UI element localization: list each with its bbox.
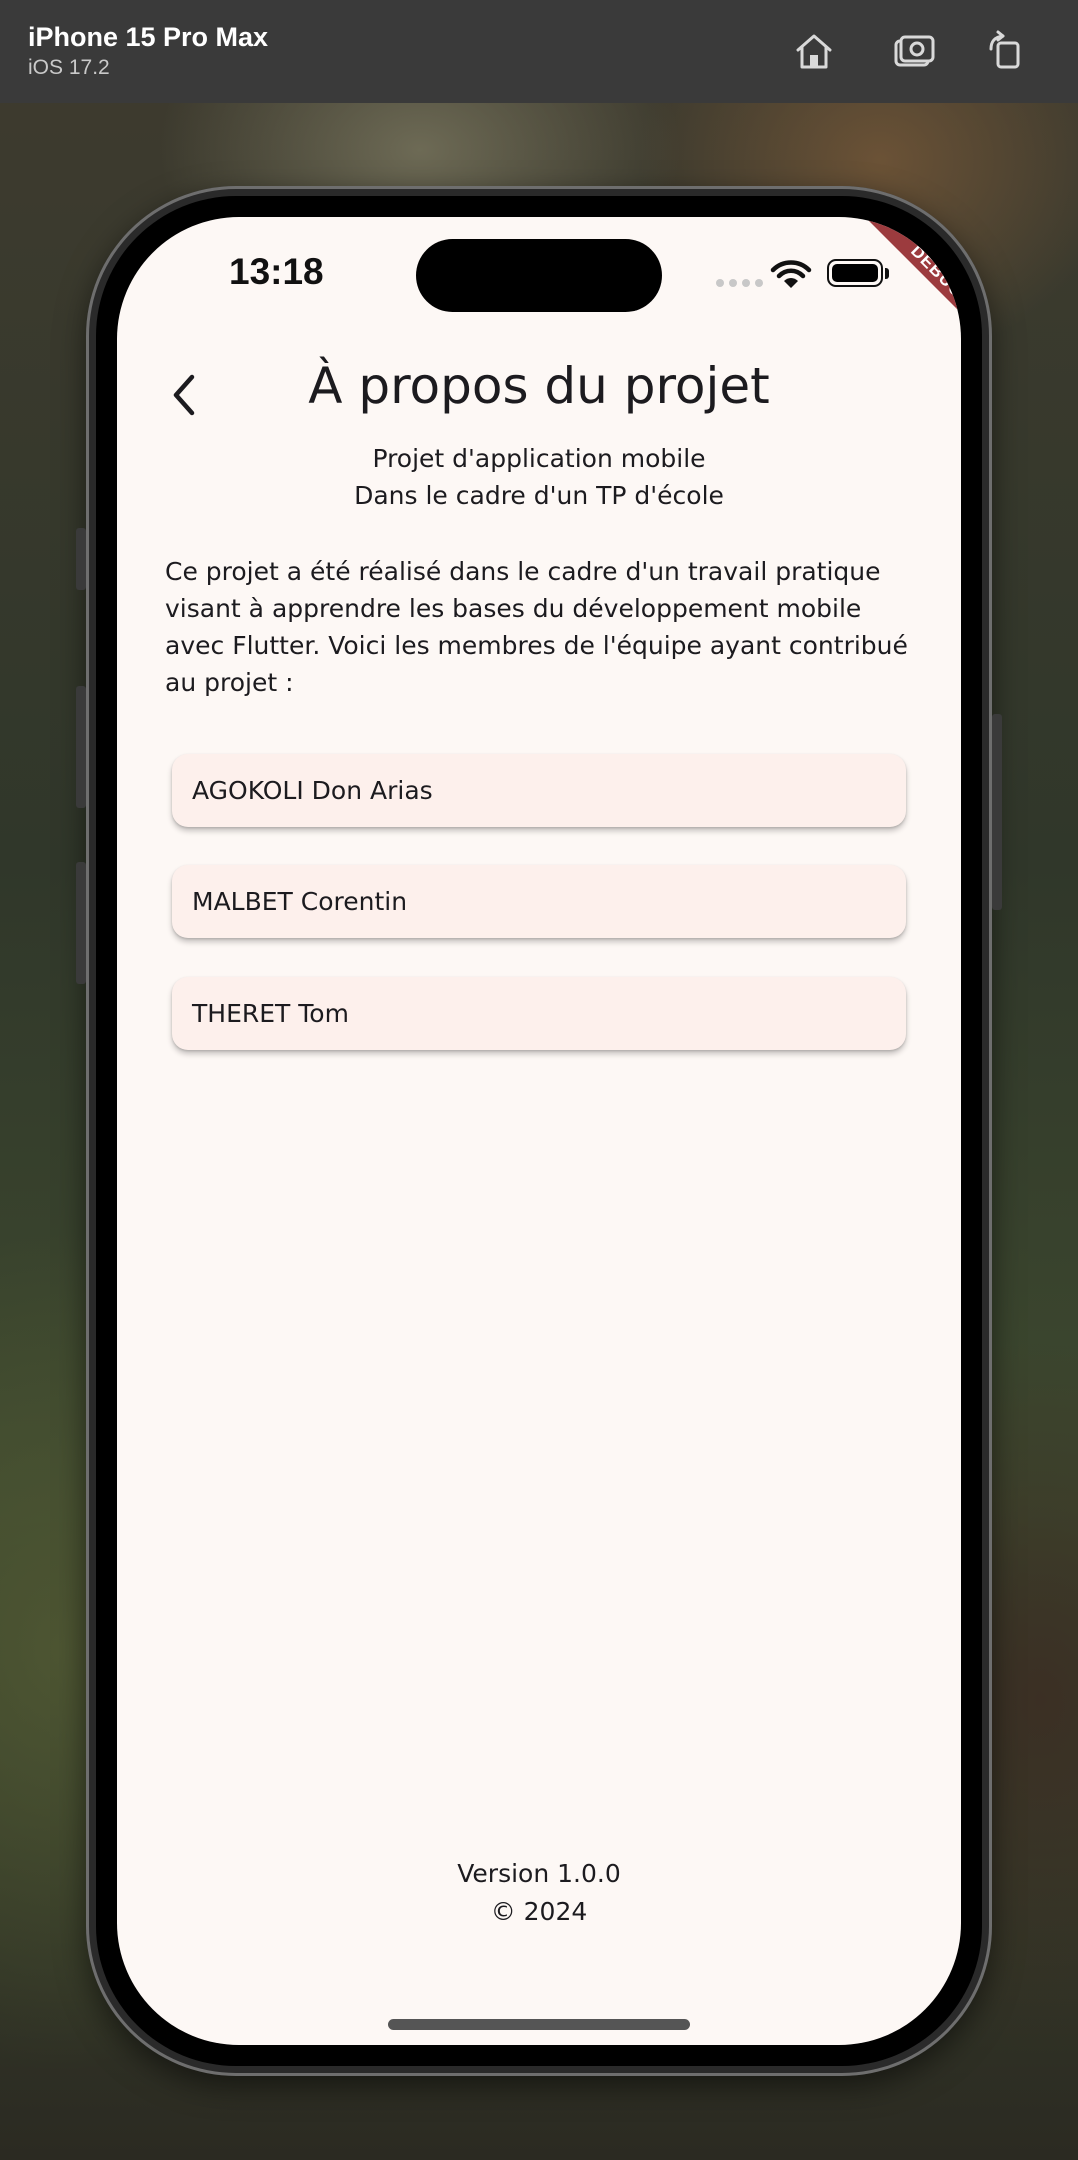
battery-tip bbox=[885, 268, 889, 279]
screenshot-button[interactable] bbox=[889, 26, 939, 76]
project-description: Ce projet a été réalisé dans le cadre d'… bbox=[165, 557, 908, 697]
os-version: iOS 17.2 bbox=[28, 56, 110, 79]
subtitle-line-1: Projet d'application mobile bbox=[372, 444, 706, 473]
project-subtitle: Projet d'application mobile Dans le cadr… bbox=[117, 440, 961, 514]
volume-up-button bbox=[76, 686, 86, 808]
device-name: iPhone 15 Pro Max bbox=[28, 22, 269, 52]
member-card[interactable]: MALBET Corentin bbox=[172, 865, 906, 938]
member-card[interactable]: THERET Tom bbox=[172, 977, 906, 1050]
status-time: 13:18 bbox=[229, 251, 324, 292]
member-name: MALBET Corentin bbox=[192, 887, 408, 916]
power-button bbox=[992, 714, 1002, 910]
dynamic-island bbox=[416, 239, 662, 312]
battery-icon bbox=[827, 259, 883, 287]
page-title: À propos du projet bbox=[308, 357, 770, 415]
app-footer: Version 1.0.0 © 2024 bbox=[117, 1855, 961, 1931]
member-card[interactable]: AGOKOLI Don Arias bbox=[172, 754, 906, 827]
copyright-text: © 2024 bbox=[490, 1897, 588, 1926]
app-screen: 13:18 DEBUG À propos du projet Projet d'… bbox=[117, 217, 961, 2045]
version-text: Version 1.0.0 bbox=[457, 1859, 621, 1888]
home-indicator[interactable] bbox=[388, 2019, 690, 2030]
simulator-toolbar: iPhone 15 Pro Max iOS 17.2 bbox=[0, 0, 1078, 103]
home-icon bbox=[796, 34, 832, 69]
camera-icon bbox=[894, 35, 935, 67]
cellular-signal-icon bbox=[716, 279, 763, 287]
subtitle-line-2: Dans le cadre d'un TP d'école bbox=[354, 481, 724, 510]
wifi-icon bbox=[770, 260, 812, 288]
home-button[interactable] bbox=[789, 26, 839, 76]
volume-down-button bbox=[76, 862, 86, 984]
rotate-icon bbox=[989, 30, 1020, 69]
member-name: AGOKOLI Don Arias bbox=[192, 776, 433, 805]
rotate-button[interactable] bbox=[980, 26, 1030, 76]
member-name: THERET Tom bbox=[192, 999, 349, 1028]
action-button bbox=[76, 528, 86, 590]
